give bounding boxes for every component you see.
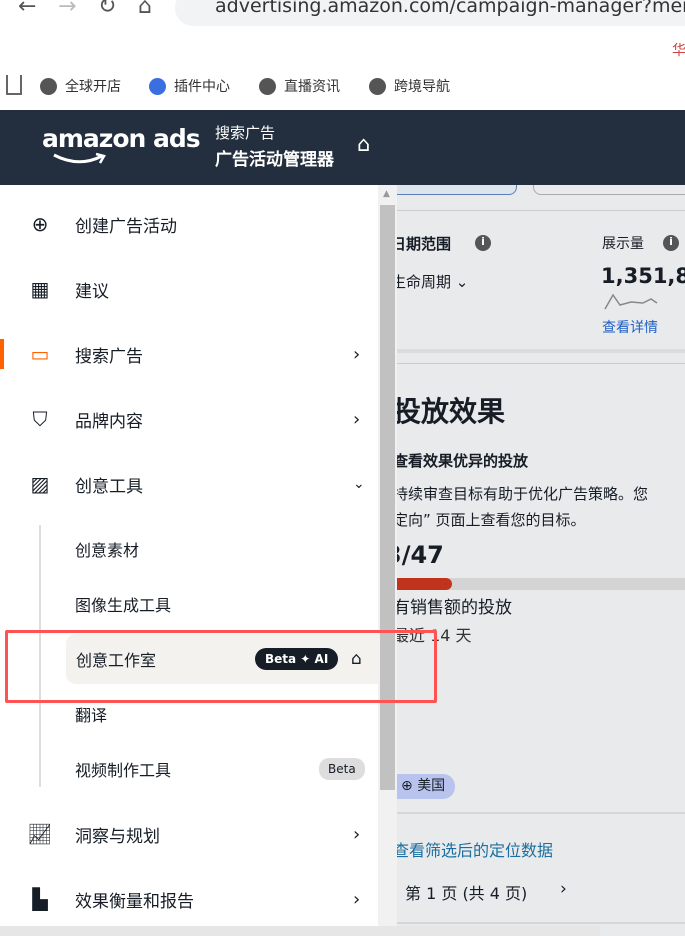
tab-card[interactable] bbox=[533, 185, 685, 195]
globe-icon bbox=[369, 77, 386, 95]
sidebar-item-label: 视频制作工具 bbox=[75, 761, 172, 780]
address-bar[interactable]: advertising.amazon.com/campaign-manager?… bbox=[175, 0, 685, 26]
page-title: 广告活动管理器 bbox=[215, 150, 334, 170]
progress-bar bbox=[397, 578, 685, 590]
date-range-value: 生命周期 bbox=[397, 273, 452, 291]
bookmark-0[interactable]: 全球开店 bbox=[40, 76, 121, 96]
pagination: 第 1 页 (共 4 页) bbox=[405, 884, 528, 903]
reload-icon[interactable]: ↻ bbox=[98, 0, 116, 19]
date-range-label: 日期范围 bbox=[397, 235, 452, 253]
grid-icon: ▦ bbox=[30, 277, 50, 301]
bookmark-2[interactable]: 直播资讯 bbox=[259, 76, 340, 96]
app-header: amazon ads 搜索广告 广告活动管理器 ⌂ bbox=[0, 110, 685, 185]
sidebar-item-create-campaign[interactable]: ⊕ 创建广告活动 bbox=[0, 199, 378, 249]
header-section: 搜索广告 bbox=[215, 124, 276, 142]
sidebar-item-label: 创意工具 bbox=[75, 476, 143, 497]
section-title: 投放效果 bbox=[397, 395, 506, 428]
country-label: 美国 bbox=[417, 778, 446, 794]
bookmark-1[interactable]: 插件中心 bbox=[149, 76, 230, 96]
info-icon[interactable]: i bbox=[663, 235, 679, 251]
sidebar-subitem-image-generator[interactable]: 图像生成工具 bbox=[0, 579, 378, 629]
date-range-select[interactable]: 生命周期 ⌄ bbox=[397, 271, 468, 292]
home-icon[interactable]: ⌂ bbox=[357, 132, 370, 156]
sidebar-item-label: 创建广告活动 bbox=[75, 216, 177, 237]
sidebar-subitem-creative-assets[interactable]: 创意素材 bbox=[0, 524, 378, 574]
sidebar-item-insights[interactable]: 📈︎ 洞察与规划 › bbox=[0, 809, 378, 859]
sidebar-item-label: 图像生成工具 bbox=[75, 596, 172, 615]
globe-icon bbox=[40, 77, 57, 95]
profile-char: 华 bbox=[672, 43, 685, 59]
sidebar-item-label: 搜索广告 bbox=[75, 346, 143, 367]
scroll-up-icon[interactable]: ▲ bbox=[383, 189, 390, 199]
browser-nav: ← → ↻ ⌂ advertising.amazon.com/campaign-… bbox=[0, 0, 685, 40]
description: 持续审查目标有助于优化广告策略。您 bbox=[397, 485, 649, 503]
sidebar-item-label: 洞察与规划 bbox=[75, 826, 160, 847]
active-indicator bbox=[0, 339, 4, 369]
impressions-label: 展示量 bbox=[602, 236, 644, 252]
tab-card[interactable] bbox=[397, 185, 517, 195]
beta-badge: Beta bbox=[319, 758, 365, 780]
horizontal-scrollbar[interactable] bbox=[0, 926, 600, 936]
chart-line-icon: 📈︎ bbox=[27, 822, 53, 846]
sidebar-item-sponsored-ads[interactable]: ▭ 搜索广告 › bbox=[0, 329, 378, 379]
bookmark-label: 跨境导航 bbox=[394, 79, 450, 95]
impressions-value: 1,351,84 bbox=[601, 264, 685, 288]
sidebar-item-label: 效果衡量和报告 bbox=[75, 891, 194, 912]
main-content: 日期范围 i 生命周期 ⌄ 展示量 i 1,351,84 查看详情 投放效果 查… bbox=[397, 185, 685, 936]
home-icon[interactable]: ⌂ bbox=[138, 0, 152, 19]
sidebar-item-recommendations[interactable]: ▦ 建议 bbox=[0, 264, 378, 314]
next-page-icon[interactable]: › bbox=[560, 879, 567, 899]
metric-label: 有销售额的投放 bbox=[397, 598, 512, 618]
share-icon[interactable] bbox=[6, 75, 22, 95]
view-details-link[interactable]: 查看详情 bbox=[602, 317, 658, 337]
sparkline bbox=[604, 293, 658, 310]
sidebar: ⊕ 创建广告活动 ▦ 建议 ▭ 搜索广告 › ⛉ 品牌内容 › ▨ 创意工具 ⌄ 创意素材 图像… bbox=[0, 185, 378, 936]
bar-chart-icon: ▙ bbox=[32, 887, 48, 911]
smile-logo-icon bbox=[53, 152, 106, 164]
sidebar-item-label: 创意素材 bbox=[75, 541, 140, 560]
image-icon: ▨ bbox=[30, 472, 50, 496]
sidebar-item-label: 翻译 bbox=[75, 706, 108, 725]
back-icon[interactable]: ← bbox=[18, 0, 36, 19]
progress-fill bbox=[397, 578, 453, 590]
filter-link[interactable]: 查看筛选后的定位数据 bbox=[397, 837, 553, 861]
plus-circle-icon: ⊕ bbox=[31, 212, 49, 236]
amazon-ads-logo[interactable]: amazon ads bbox=[42, 124, 201, 153]
section-subtitle: 查看效果优异的投放 bbox=[397, 452, 529, 470]
bookmark-label: 全球开店 bbox=[65, 79, 121, 95]
globe-icon bbox=[259, 77, 276, 95]
country-badge[interactable]: ⊕ 美国 bbox=[397, 774, 456, 799]
chevron-right-icon: › bbox=[353, 823, 361, 845]
sidebar-item-label: 品牌内容 bbox=[75, 411, 143, 432]
chevron-right-icon: › bbox=[353, 343, 361, 365]
sidebar-item-label: 建议 bbox=[75, 281, 109, 302]
scrollbar[interactable]: ▲ bbox=[378, 185, 397, 936]
bookmark-label: 插件中心 bbox=[174, 79, 230, 95]
highlight-box bbox=[5, 630, 437, 703]
sidebar-item-creative-tools[interactable]: ▨ 创意工具 ⌄ bbox=[0, 459, 378, 509]
card-icon: ▭ bbox=[30, 342, 50, 366]
shield-icon: ⛉ bbox=[32, 407, 48, 431]
plugin-icon bbox=[149, 77, 166, 95]
bookmark-label: 直播资讯 bbox=[284, 79, 340, 95]
chevron-down-icon: ⌄ bbox=[353, 476, 365, 492]
globe-icon: ⊕ bbox=[401, 778, 413, 794]
bookmark-3[interactable]: 跨境导航 bbox=[369, 76, 450, 96]
sidebar-subitem-video-builder[interactable]: 视频制作工具 Beta bbox=[0, 744, 378, 794]
sidebar-item-brand-content[interactable]: ⛉ 品牌内容 › bbox=[0, 394, 378, 444]
fraction-value: 3/47 bbox=[397, 541, 444, 569]
sidebar-item-measurement[interactable]: ▙ 效果衡量和报告 › bbox=[0, 874, 378, 924]
info-icon[interactable]: i bbox=[475, 235, 491, 251]
chevron-right-icon: › bbox=[353, 408, 361, 430]
chevron-down-icon: ⌄ bbox=[455, 273, 469, 291]
forward-icon[interactable]: → bbox=[58, 0, 76, 19]
chevron-right-icon: › bbox=[353, 888, 361, 910]
description: 定向” 页面上查看您的目标。 bbox=[397, 511, 586, 529]
